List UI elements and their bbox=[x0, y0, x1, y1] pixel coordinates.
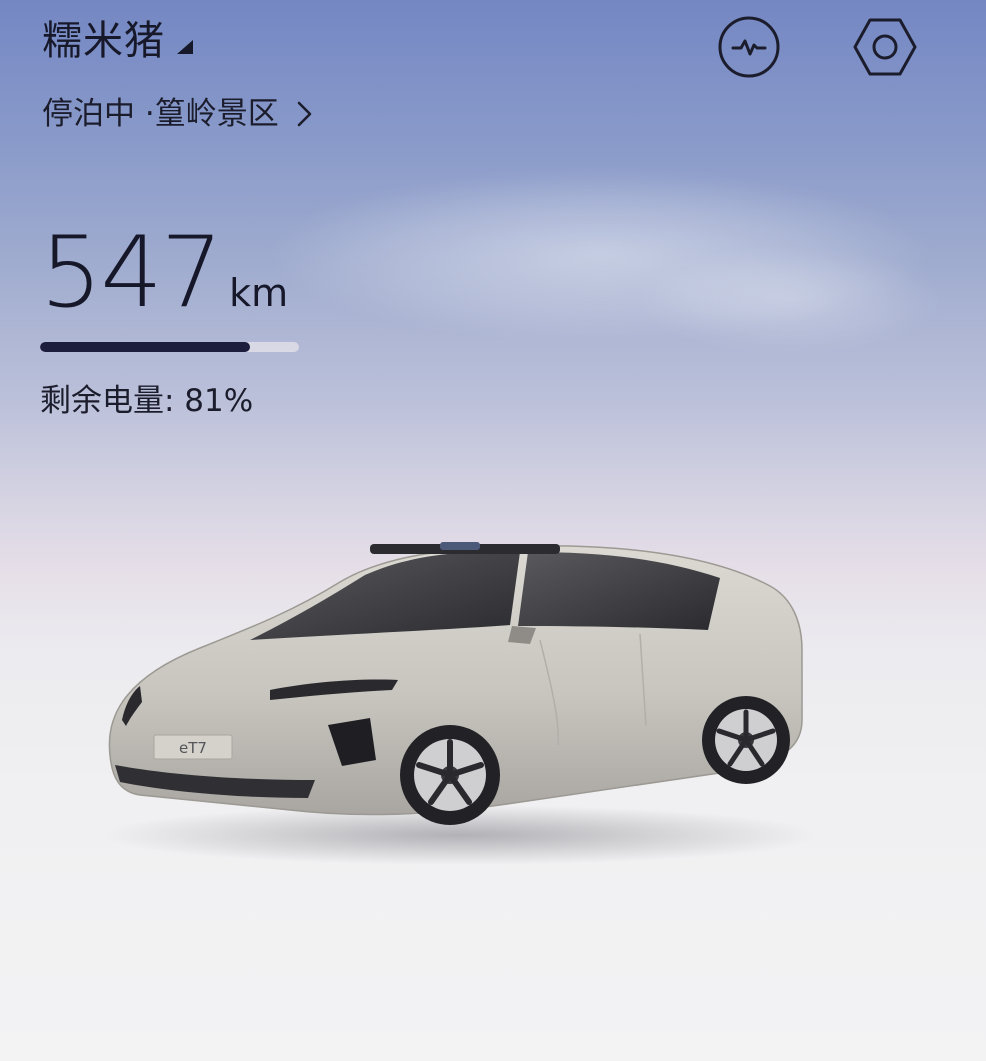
background-cloud-small bbox=[640, 250, 940, 350]
range-row: 547 km bbox=[40, 218, 299, 328]
vehicle-selector[interactable]: 糯米猪 bbox=[42, 14, 317, 68]
hexagon-settings-icon bbox=[853, 18, 917, 76]
battery-remaining-label: 剩余电量: 81% bbox=[40, 383, 254, 419]
vehicle-name: 糯米猪 bbox=[42, 18, 165, 64]
caret-down-right-icon bbox=[177, 40, 193, 54]
battery-progress-bar bbox=[40, 342, 299, 352]
range-summary: 547 km 剩余电量: 81% bbox=[40, 218, 299, 422]
chevron-right-icon bbox=[297, 101, 312, 127]
settings-button[interactable] bbox=[852, 14, 918, 80]
activity-pulse-icon bbox=[718, 16, 780, 78]
vehicle-home-screen: 糯米猪 停泊中 · 篁岭景区 547 km 剩余电量: 81% eT7 bbox=[0, 0, 986, 1061]
parking-location: 篁岭景区 bbox=[154, 96, 279, 132]
parking-location-link[interactable]: 停泊中 · 篁岭景区 bbox=[42, 94, 317, 134]
parking-status: 停泊中 · bbox=[42, 96, 155, 132]
vehicle-header: 糯米猪 停泊中 · 篁岭景区 bbox=[42, 14, 317, 134]
model-badge: eT7 bbox=[179, 739, 207, 757]
activity-button[interactable] bbox=[716, 14, 782, 80]
vehicle-image: eT7 bbox=[100, 542, 820, 865]
range-value: 547 bbox=[40, 216, 223, 330]
range-unit: km bbox=[229, 271, 289, 315]
battery-progress-fill bbox=[40, 342, 250, 352]
